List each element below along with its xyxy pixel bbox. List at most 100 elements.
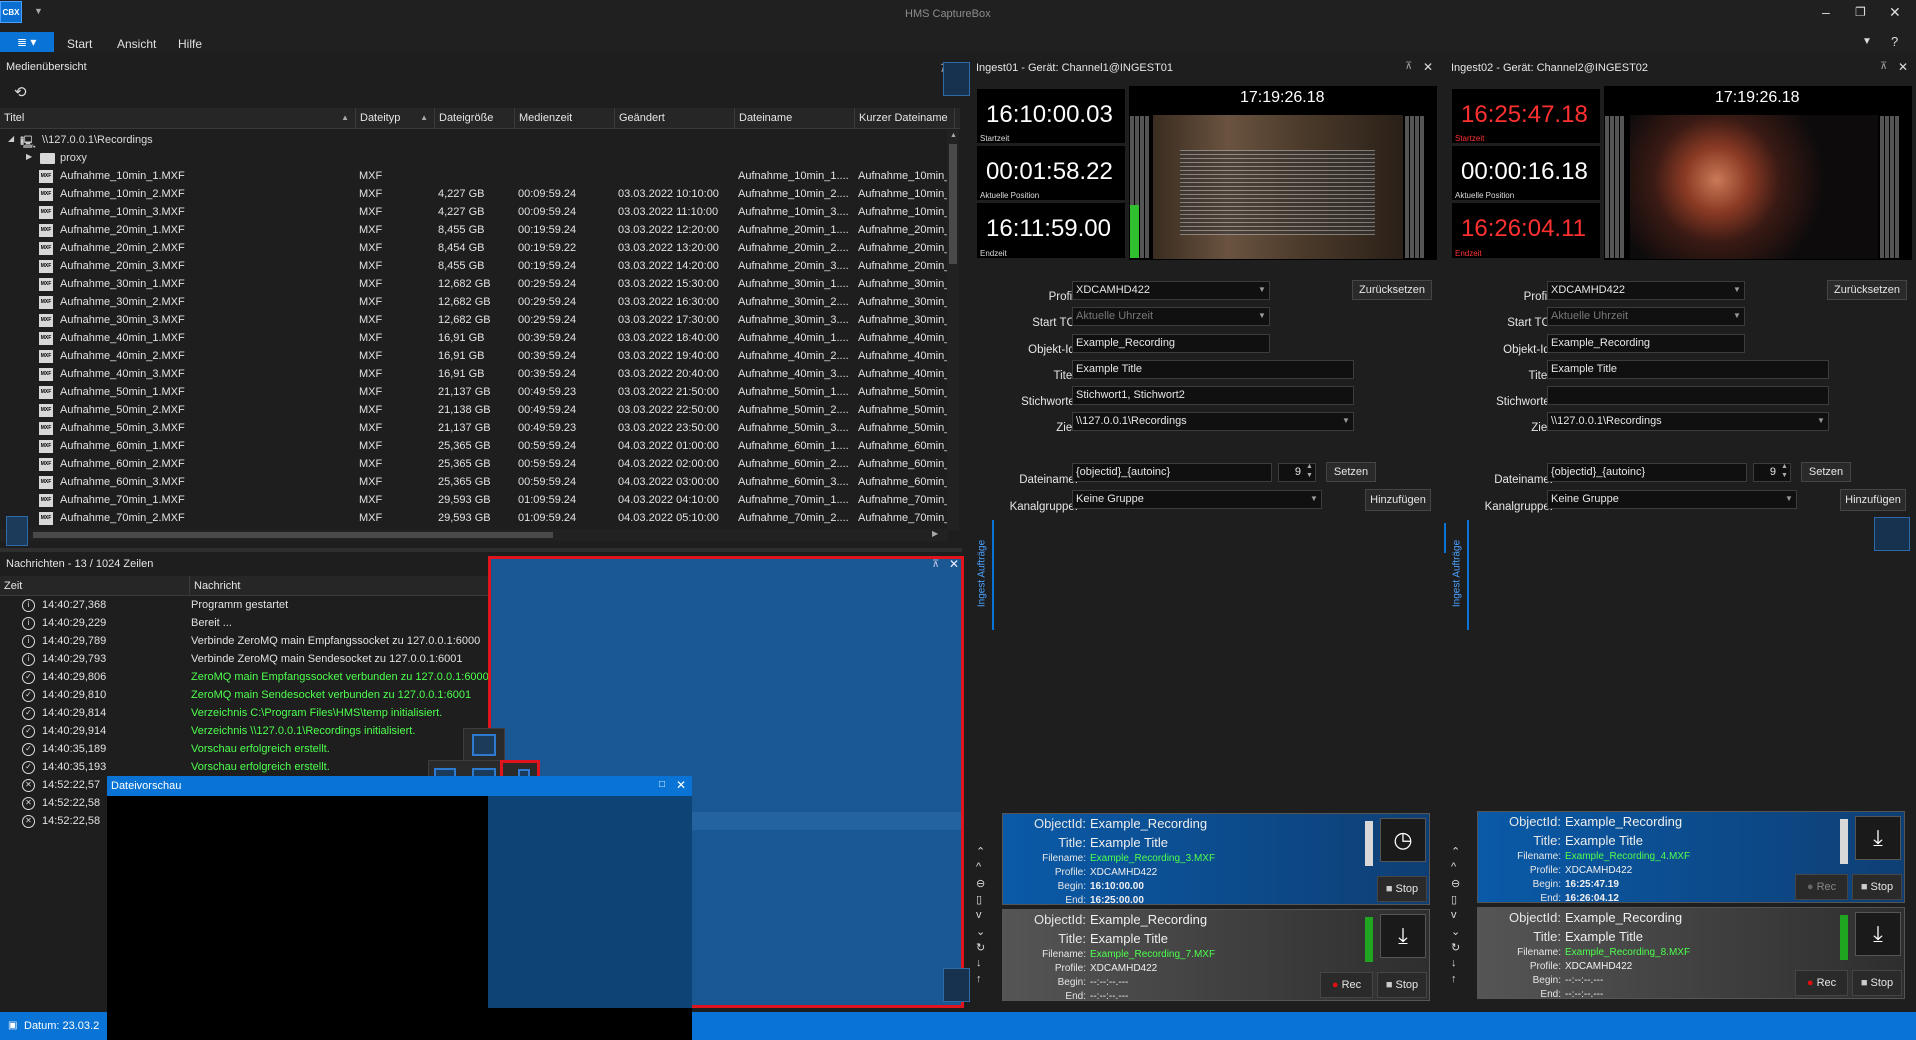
message-row[interactable]: ✓ 14:40:29,806 ZeroMQ main Empfangssocket … [0, 668, 490, 686]
preview-titlebar[interactable]: Dateivorschau □ ✕ [107, 776, 692, 796]
job-sort-desc-icon[interactable]: ↓ [1451, 957, 1457, 969]
field-dateiname[interactable]: {objectid}_{autoinc} [1547, 463, 1747, 482]
splitter[interactable] [0, 548, 962, 552]
table-row[interactable]: MXF Aufnahme_20min_2.MXF MXF 8,454 GB 00:19:… [0, 239, 948, 257]
field-starttc[interactable]: Aktuelle Uhrzeit [1072, 307, 1270, 326]
field-stichworte[interactable]: Stichwort1, Stichwort2 [1072, 386, 1354, 405]
reset-button[interactable]: Zurücksetzen [1827, 280, 1907, 300]
add-button[interactable]: Hinzufügen [1840, 489, 1906, 511]
job-double-up-icon[interactable]: ⌃ [1451, 845, 1460, 858]
dock-hint-top[interactable] [943, 62, 970, 96]
menu-start[interactable]: Start [67, 37, 92, 51]
preview-maximize-icon[interactable]: □ [659, 779, 665, 790]
message-row[interactable]: i 14:40:29,793 Verbinde ZeroMQ main Sendes… [0, 650, 490, 668]
dock-hint-bottom[interactable] [943, 968, 970, 1002]
dropdown-arrow-icon[interactable]: ▼ [1342, 416, 1350, 425]
job-remove-icon[interactable]: ⊖ [1451, 877, 1460, 890]
dropdown-arrow-icon[interactable]: ▼ [1733, 311, 1741, 320]
job-download-icon[interactable]: ⤓ [1855, 816, 1901, 860]
rec-button[interactable]: ● Rec [1320, 972, 1373, 998]
col-geaendert[interactable]: Geändert [615, 108, 735, 128]
setzen-button[interactable]: Setzen [1326, 462, 1376, 482]
help-icon[interactable]: ? [1891, 34, 1898, 49]
restore-icon[interactable]: ❐ [1855, 5, 1866, 19]
job-sort-asc-icon[interactable]: ↑ [976, 973, 982, 985]
minimize-icon[interactable]: – [1822, 4, 1830, 20]
field-kanalgruppe[interactable]: Keine Gruppe [1072, 490, 1322, 509]
table-row[interactable]: MXF Aufnahme_60min_2.MXF MXF 25,365 GB 00:59… [0, 455, 948, 473]
menu-hilfe[interactable]: Hilfe [178, 37, 202, 51]
stop-button[interactable]: ■ Stop [1377, 972, 1427, 998]
col-zeit[interactable]: Zeit [0, 576, 190, 596]
rec-button[interactable]: ● Rec [1795, 874, 1848, 900]
job-sort-desc-icon[interactable]: ↓ [976, 957, 982, 969]
job-down-icon[interactable]: v [976, 909, 982, 921]
col-dateityp[interactable]: Dateityp ▲ [356, 108, 435, 128]
col-nachricht[interactable]: Nachricht [190, 576, 490, 596]
stop-button[interactable]: ■ Stop [1852, 874, 1902, 900]
dropdown-arrow-icon[interactable]: ▼ [1817, 416, 1825, 425]
job-refresh-icon[interactable]: ↻ [1451, 941, 1460, 954]
table-row[interactable]: MXF Aufnahme_50min_2.MXF MXF 21,138 GB 00:49… [0, 401, 948, 419]
job-remove-icon[interactable]: ⊖ [976, 877, 985, 890]
job-copy-icon[interactable]: ▯ [976, 893, 982, 906]
table-row[interactable]: MXF Aufnahme_40min_1.MXF MXF 16,91 GB 00:39:… [0, 329, 948, 347]
table-row[interactable]: MXF Aufnahme_60min_3.MXF MXF 25,365 GB 00:59… [0, 473, 948, 491]
table-row[interactable]: MXF Aufnahme_30min_1.MXF MXF 12,682 GB 00:29… [0, 275, 948, 293]
media-hscrollbar[interactable]: ▶ ◀ [0, 529, 948, 541]
table-row[interactable]: MXF Aufnahme_60min_1.MXF MXF 25,365 GB 00:59… [0, 437, 948, 455]
job-up-icon[interactable]: ^ [976, 861, 981, 873]
spin-icon[interactable]: ▲ ▼ [1781, 462, 1788, 480]
table-row[interactable]: MXF Aufnahme_70min_1.MXF MXF 29,593 GB 01:09… [0, 491, 948, 509]
menu-ansicht[interactable]: Ansicht [117, 37, 156, 51]
dock-top-button[interactable] [472, 734, 496, 756]
preview-close-icon[interactable]: ✕ [676, 778, 686, 792]
side-tab-label[interactable]: Ingest Aufträge [977, 534, 988, 614]
field-starttc[interactable]: Aktuelle Uhrzeit [1547, 307, 1745, 326]
table-row[interactable]: MXF Aufnahme_30min_2.MXF MXF 12,682 GB 00:29… [0, 293, 948, 311]
field-dateiname[interactable]: {objectid}_{autoinc} [1072, 463, 1272, 482]
job-download-icon[interactable]: ⤓ [1855, 912, 1901, 956]
field-profil[interactable]: XDCAMHD422 [1547, 281, 1745, 300]
job-refresh-icon[interactable]: ↻ [976, 941, 985, 954]
rec-button[interactable]: ● Rec [1795, 970, 1848, 996]
field-objektid[interactable]: Example_Recording [1072, 334, 1270, 353]
dropdown-arrow-icon[interactable]: ▼ [1258, 285, 1266, 294]
tree-root-row[interactable]: ◢ 🖳 \\127.0.0.1\Recordings [8, 134, 908, 150]
message-row[interactable]: ✓ 14:40:29,814 Verzeichnis C:\Program File… [0, 704, 490, 722]
quick-access-icon[interactable]: ▼ [34, 6, 43, 16]
message-row[interactable]: ✓ 14:40:29,810 ZeroMQ main Sendesocket ver… [0, 686, 490, 704]
close-window-icon[interactable]: ✕ [1889, 4, 1901, 21]
message-row[interactable]: ✓ 14:40:29,914 Verzeichnis \\127.0.0.1\Rec… [0, 722, 490, 740]
message-row[interactable]: i 14:40:29,789 Verbinde ZeroMQ main Empfan… [0, 632, 490, 650]
file-menu-button[interactable]: ≣ ▾ [0, 32, 54, 52]
message-row[interactable]: i 14:40:27,368 Programm gestartet [0, 596, 490, 614]
job-down-icon[interactable]: v [1451, 909, 1457, 921]
table-row[interactable]: MXF Aufnahme_10min_3.MXF MXF 4,227 GB 00:09:… [0, 203, 948, 221]
refresh-icon[interactable]: ⟲ [14, 83, 27, 101]
job-double-up-icon[interactable]: ⌃ [976, 845, 985, 858]
job-copy-icon[interactable]: ▯ [1451, 893, 1457, 906]
job-double-down-icon[interactable]: ⌄ [1451, 925, 1460, 938]
table-row[interactable]: MXF Aufnahme_40min_2.MXF MXF 16,91 GB 00:39:… [0, 347, 948, 365]
table-row[interactable]: MXF Aufnahme_10min_1.MXF MXF Aufnahme_10min… [0, 167, 948, 185]
job-clock-icon[interactable]: ◷ [1380, 818, 1426, 862]
table-row[interactable]: MXF Aufnahme_40min_3.MXF MXF 16,91 GB 00:39:… [0, 365, 948, 383]
table-row[interactable]: MXF Aufnahme_20min_1.MXF MXF 8,455 GB 00:19:… [0, 221, 948, 239]
ingest-close-icon[interactable]: ✕ [1898, 60, 1908, 74]
overlay-pin-icon[interactable]: ⊼ [932, 559, 939, 570]
ingest-close-icon[interactable]: ✕ [1423, 60, 1433, 74]
field-profil[interactable]: XDCAMHD422 [1072, 281, 1270, 300]
stop-button[interactable]: ■ Stop [1377, 876, 1427, 902]
table-row[interactable]: MXF Aufnahme_50min_3.MXF MXF 21,137 GB 00:49… [0, 419, 948, 437]
table-row[interactable]: MXF Aufnahme_50min_1.MXF MXF 21,137 GB 00:49… [0, 383, 948, 401]
job-double-down-icon[interactable]: ⌄ [976, 925, 985, 938]
dock-left-indicator[interactable] [6, 516, 28, 546]
ribbon-toggle-icon[interactable]: ▼ [1862, 36, 1872, 47]
col-titel[interactable]: Titel ▲ [0, 108, 356, 128]
dropdown-arrow-icon[interactable]: ▼ [1258, 311, 1266, 320]
field-titel[interactable]: Example Title [1547, 360, 1829, 379]
col-dateiname[interactable]: Dateiname [735, 108, 855, 128]
stop-button[interactable]: ■ Stop [1852, 970, 1902, 996]
ingest-pin-icon[interactable]: ⊼ [1405, 61, 1412, 72]
